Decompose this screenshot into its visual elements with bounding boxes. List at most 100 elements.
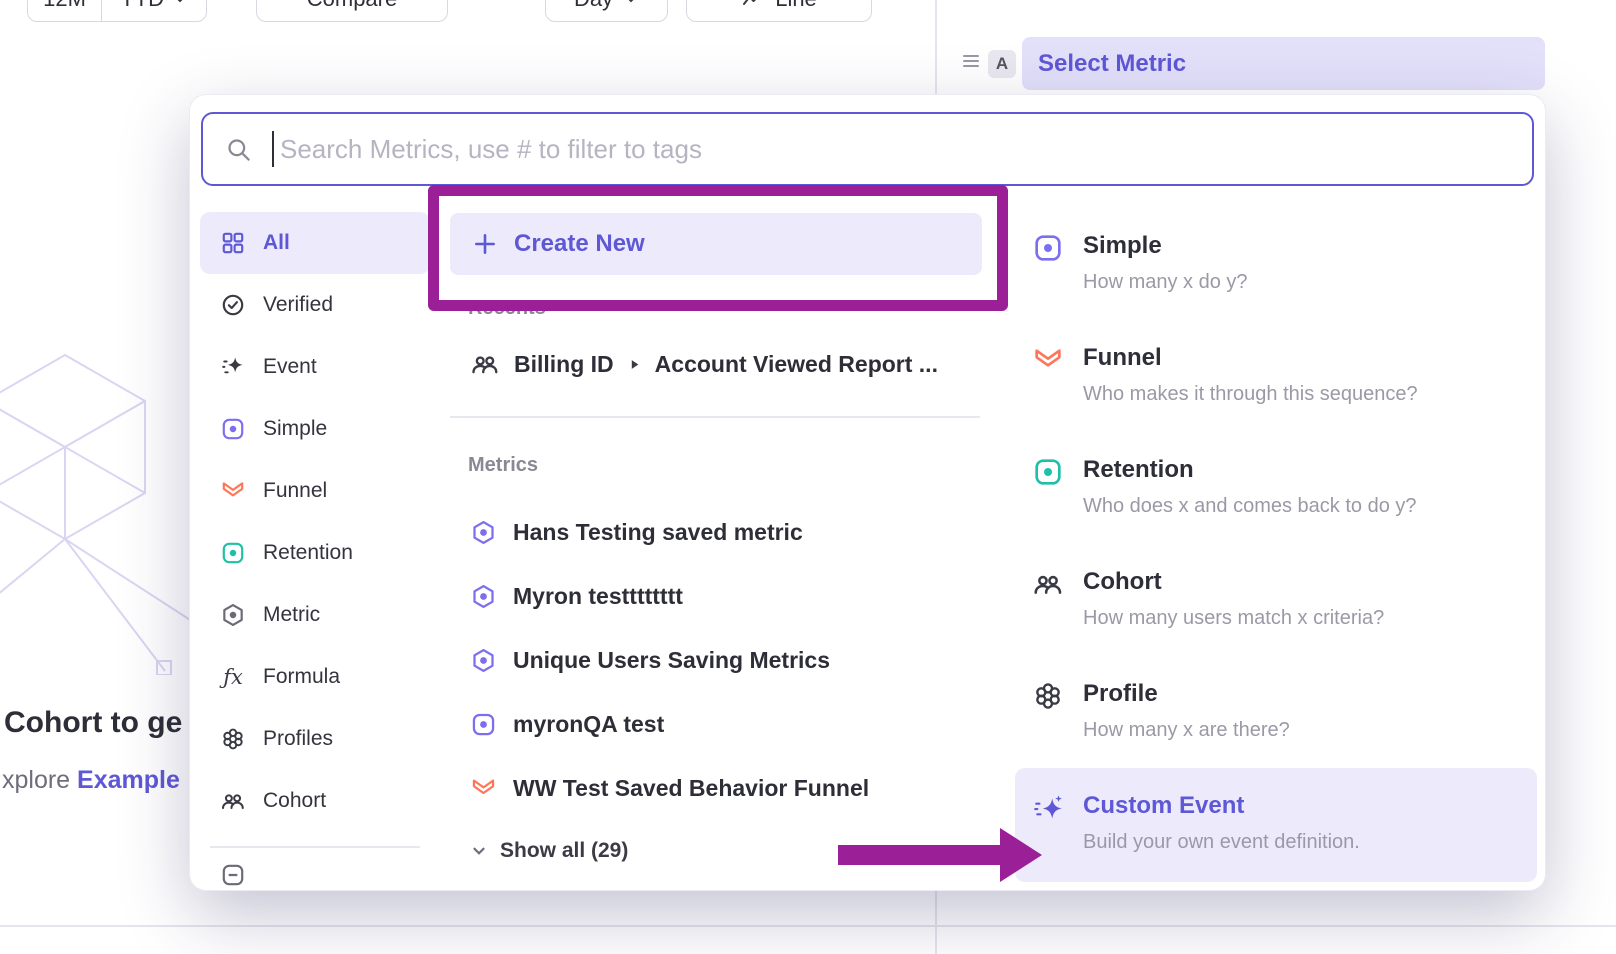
saved-metric-hexagon-icon: [470, 647, 497, 674]
sidebar-item-profiles[interactable]: Profiles: [200, 708, 430, 770]
app-canvas: Cohort to ge xplore Example 12M YTD Comp…: [0, 0, 1616, 954]
create-new-label: Create New: [514, 230, 645, 258]
metric-label: Unique Users Saving Metrics: [513, 647, 830, 674]
type-title: Profile: [1083, 678, 1522, 710]
date-range-segmented-control: 12M YTD: [27, 0, 207, 22]
type-title: Cohort: [1083, 566, 1522, 598]
type-funnel[interactable]: Funnel Who makes it through this sequenc…: [1032, 342, 1522, 406]
sidebar-item-label: Event: [263, 355, 317, 379]
breadcrumb-arrow-icon: [628, 358, 641, 371]
sidebar-item-label: Simple: [263, 417, 327, 441]
metric-list-item[interactable]: Hans Testing saved metric: [450, 501, 982, 565]
metric-list-item[interactable]: Unique Users Saving Metrics: [450, 629, 982, 693]
type-simple[interactable]: Simple How many x do y?: [1032, 230, 1522, 294]
cohort-people-icon: [1032, 568, 1064, 600]
funnel-icon: [220, 478, 246, 504]
range-12m-button[interactable]: 12M: [28, 0, 102, 21]
simple-metric-icon: [1032, 232, 1064, 264]
event-sparkle-icon: [220, 354, 246, 380]
clipped-icon: [220, 862, 246, 888]
metric-label: WW Test Saved Behavior Funnel: [513, 775, 869, 802]
saved-metric-hexagon-icon: [470, 583, 497, 610]
sidebar-item-label: Metric: [263, 603, 320, 627]
sidebar-item-label: Verified: [263, 293, 333, 317]
sidebar-item-simple[interactable]: Simple: [200, 398, 430, 460]
funnel-icon: [1032, 344, 1064, 376]
type-retention[interactable]: Retention Who does x and comes back to d…: [1032, 454, 1522, 518]
sidebar-item-label: Profiles: [263, 727, 333, 751]
metrics-column: Create New Recents Billing ID Account Vi…: [450, 213, 982, 871]
line-chart-icon: [741, 0, 765, 11]
range-ytd-button[interactable]: YTD: [102, 0, 206, 21]
show-all-toggle[interactable]: Show all (29): [450, 831, 982, 871]
interval-day-button[interactable]: Day: [545, 0, 668, 22]
type-description: How many x are there?: [1083, 719, 1522, 742]
drag-handle-icon[interactable]: [961, 53, 981, 69]
sidebar-item-retention[interactable]: Retention: [200, 522, 430, 584]
metrics-header: Metrics: [468, 454, 982, 477]
sidebar-item-label: Formula: [263, 665, 340, 689]
range-12m-label: 12M: [43, 0, 86, 12]
metric-list-item[interactable]: Myron testttttttt: [450, 565, 982, 629]
type-description: How many x do y?: [1083, 271, 1522, 294]
section-divider: [450, 416, 980, 418]
funnel-icon: [470, 775, 497, 802]
sidebar-item-label: Retention: [263, 541, 353, 565]
sidebar-item-label: Funnel: [263, 479, 327, 503]
simple-metric-icon: [220, 416, 246, 442]
metric-list-item[interactable]: WW Test Saved Behavior Funnel: [450, 757, 982, 821]
recent-item[interactable]: Billing ID Account Viewed Report ...: [450, 336, 982, 392]
recent-item-primary: Billing ID: [514, 351, 614, 378]
chevron-down-icon: [623, 0, 639, 7]
verified-badge-icon: [220, 292, 246, 318]
background-explore-text: xplore Example: [2, 766, 180, 795]
panel-horizontal-divider: [0, 925, 1616, 927]
type-title: Simple: [1083, 230, 1522, 262]
cohort-people-icon: [220, 788, 246, 814]
type-custom-event[interactable]: Custom Event Build your own event defini…: [1032, 790, 1522, 854]
sidebar-divider: [210, 846, 420, 848]
search-box: [201, 112, 1534, 186]
sidebar-item-cohort[interactable]: Cohort: [200, 770, 430, 832]
compare-button[interactable]: Compare: [256, 0, 448, 22]
sidebar-item-funnel[interactable]: Funnel: [200, 460, 430, 522]
retention-icon: [1032, 456, 1064, 488]
plus-icon: [472, 231, 498, 257]
type-profile[interactable]: Profile How many x are there?: [1032, 678, 1522, 742]
metric-list-item[interactable]: myronQA test: [450, 693, 982, 757]
sidebar-item-metric[interactable]: Metric: [200, 584, 430, 646]
metric-label: Hans Testing saved metric: [513, 519, 803, 546]
search-input[interactable]: [274, 134, 1532, 165]
create-new-button[interactable]: Create New: [450, 213, 982, 275]
recents-header: Recents: [468, 297, 982, 320]
metric-label: myronQA test: [513, 711, 664, 738]
sidebar-item-event[interactable]: Event: [200, 336, 430, 398]
simple-metric-icon: [470, 711, 497, 738]
metrics-list: Hans Testing saved metric Myron testtttt…: [450, 501, 982, 821]
type-description: Build your own event definition.: [1083, 831, 1522, 854]
select-metric-field[interactable]: Select Metric: [1022, 37, 1545, 90]
example-link[interactable]: Example: [77, 766, 180, 794]
explore-fragment: xplore: [2, 766, 77, 794]
sidebar-item-formula[interactable]: ƒx Formula: [200, 646, 430, 708]
grid-icon: [220, 230, 246, 256]
search-icon: [225, 136, 252, 163]
background-heading-fragment: Cohort to ge: [4, 706, 182, 740]
type-cohort[interactable]: Cohort How many users match x criteria?: [1032, 566, 1522, 630]
chevron-down-icon: [172, 0, 188, 7]
type-title: Custom Event: [1083, 790, 1522, 822]
compare-label: Compare: [307, 0, 397, 12]
filter-sidebar: All Verified Event Simple Funnel Retenti…: [200, 212, 430, 890]
line-label: Line: [775, 0, 817, 12]
type-description: Who does x and comes back to do y?: [1083, 495, 1522, 518]
profiles-flower-icon: [1032, 680, 1064, 712]
sidebar-item-partial[interactable]: [200, 862, 430, 891]
chart-type-line-button[interactable]: Line: [686, 0, 872, 22]
sidebar-item-all[interactable]: All: [200, 212, 430, 274]
sidebar-item-verified[interactable]: Verified: [200, 274, 430, 336]
type-title: Retention: [1083, 454, 1522, 486]
select-metric-label: Select Metric: [1038, 50, 1186, 78]
type-description: How many users match x criteria?: [1083, 607, 1522, 630]
type-description: Who makes it through this sequence?: [1083, 383, 1522, 406]
metric-hexagon-icon: [220, 602, 246, 628]
